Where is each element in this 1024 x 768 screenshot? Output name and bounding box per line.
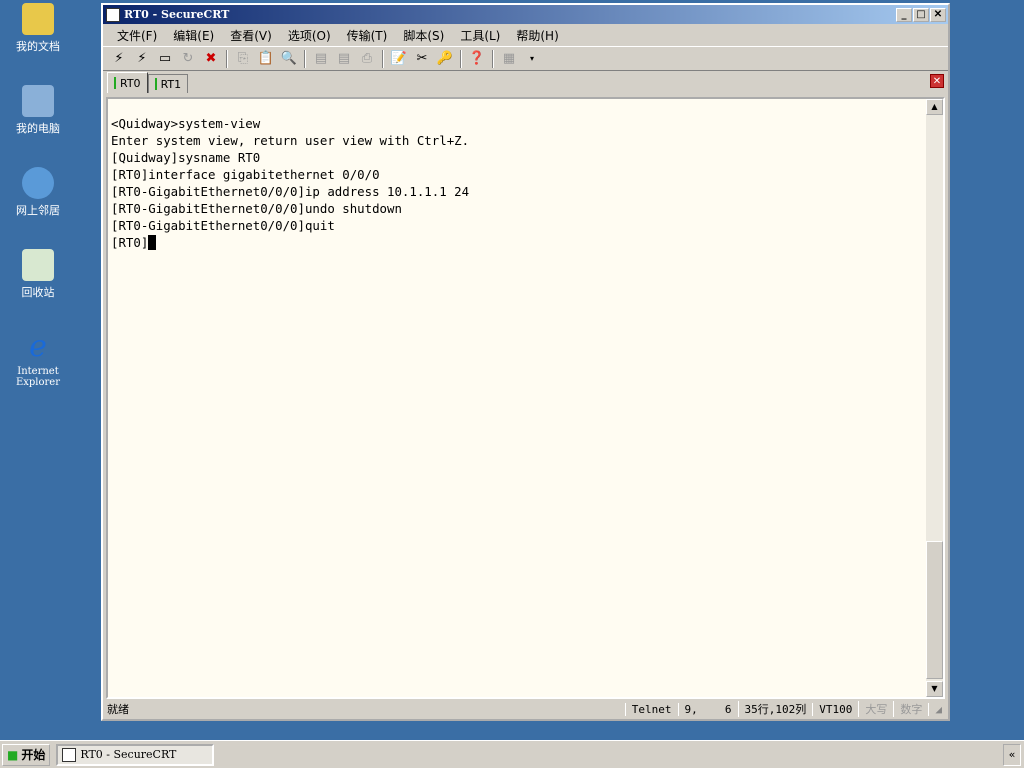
status-num: 数字 [893, 701, 928, 717]
menu-file[interactable]: 文件(F) [109, 27, 165, 44]
terminal-line: <Quidway>system-view [111, 116, 261, 131]
print-screen-icon[interactable]: ▤ [311, 50, 331, 68]
close-button[interactable]: ✕ [930, 7, 946, 22]
network-icon [22, 167, 54, 199]
icon-label: Internet Explorer [15, 366, 61, 388]
title-bar[interactable]: RT0 - SecureCRT _ □ ✕ [103, 5, 948, 24]
connect-tab-icon[interactable]: ▭ [155, 50, 175, 68]
prompt: [RT0] [111, 235, 149, 250]
status-row: 9, [684, 702, 698, 716]
reconnect-icon[interactable]: ↻ [178, 50, 198, 68]
status-size: 35行,102列 [737, 701, 813, 717]
scroll-thumb[interactable] [926, 541, 943, 679]
connected-indicator-icon [114, 77, 116, 89]
menu-view[interactable]: 查看(V) [222, 27, 280, 44]
connected-indicator-icon [154, 78, 157, 90]
toolbar: ⚡ ⚡ ▭ ↻ ✖ ⎘ 📋 🔍 ▤ ▤ ⎙ 📝 ✂ 🔑 ❓ ▦ ▾ [103, 46, 948, 71]
separator [226, 49, 228, 68]
window-title: RT0 - SecureCRT [124, 8, 230, 21]
paste-icon[interactable]: 📋 [256, 50, 276, 68]
securecrt-window: RT0 - SecureCRT _ □ ✕ 文件(F) 编辑(E) 查看(V) … [101, 3, 950, 721]
terminal[interactable]: <Quidway>system-view Enter system view, r… [106, 97, 945, 699]
menu-bar: 文件(F) 编辑(E) 查看(V) 选项(O) 传输(T) 脚本(S) 工具(L… [103, 24, 948, 46]
desktop-icon-my-documents[interactable]: 我的文档 [6, 3, 70, 54]
recycle-bin-icon [22, 249, 54, 281]
start-button[interactable]: ■ 开始 [2, 743, 51, 766]
desktop-icon-recycle-bin[interactable]: 回收站 [6, 249, 70, 300]
scroll-down-button[interactable]: ▼ [926, 681, 943, 697]
help-icon[interactable]: ❓ [467, 50, 487, 68]
menu-script[interactable]: 脚本(S) [395, 27, 452, 44]
desktop-icon-my-computer[interactable]: 我的电脑 [6, 85, 70, 136]
terminal-line: [RT0-GigabitEthernet0/0/0]undo shutdown [111, 201, 402, 216]
print-selection-icon[interactable]: ▤ [334, 50, 354, 68]
computer-icon [22, 85, 54, 117]
resize-grip-icon[interactable]: ◢ [928, 702, 948, 716]
icon-label: 回收站 [21, 286, 55, 299]
key-icon[interactable]: 🔑 [435, 50, 455, 68]
taskbar-item-securecrt[interactable]: RT0 - SecureCRT [56, 743, 215, 766]
tab-rt0[interactable]: RT0 [107, 72, 148, 93]
connect-icon[interactable]: ⚡ [109, 50, 129, 68]
status-bar: 就绪 Telnet 9, 6 35行,102列 VT100 大写 数字 ◢ [103, 699, 948, 719]
terminal-line: Enter system view, return user view with… [111, 133, 470, 148]
ie-icon: e [29, 329, 47, 364]
app-icon [106, 7, 120, 22]
vertical-scrollbar[interactable]: ▲ ▼ [926, 99, 943, 697]
tray-expand-button[interactable]: « [1003, 744, 1021, 766]
terminal-line: [RT0-GigabitEthernet0/0/0]quit [111, 218, 335, 233]
icon-label: 我的文档 [16, 40, 60, 53]
disconnect-icon[interactable]: ✖ [201, 50, 221, 68]
separator [382, 49, 384, 68]
terminal-prompt-line: [RT0] [111, 234, 469, 251]
toolbar-overflow-icon[interactable]: ▾ [522, 50, 542, 68]
keymap-icon[interactable]: ▦ [499, 50, 519, 68]
status-caps: 大写 [858, 701, 893, 717]
sftp-icon[interactable]: ✂ [412, 50, 432, 68]
tab-label: RT0 [120, 76, 141, 90]
menu-help[interactable]: 帮助(H) [508, 27, 566, 44]
maximize-button[interactable]: □ [913, 7, 929, 22]
copy-icon[interactable]: ⎘ [233, 50, 253, 68]
terminal-line: [Quidway]sysname RT0 [111, 150, 261, 165]
windows-logo-icon: ■ [7, 747, 19, 762]
menu-options[interactable]: 选项(O) [280, 27, 339, 44]
minimize-button[interactable]: _ [896, 7, 912, 22]
status-cursor-position: 9, 6 [677, 702, 738, 716]
session-options-icon[interactable]: 📝 [389, 50, 409, 68]
separator [460, 49, 462, 68]
start-label: 开始 [21, 748, 46, 762]
separator [304, 49, 306, 68]
desktop-icon-network[interactable]: 网上邻居 [6, 167, 70, 218]
tab-rt1[interactable]: RT1 [147, 74, 189, 93]
menu-transfer[interactable]: 传输(T) [339, 27, 396, 44]
status-emulation: VT100 [812, 702, 858, 716]
task-label: RT0 - SecureCRT [80, 748, 177, 761]
terminal-output: <Quidway>system-view Enter system view, r… [111, 115, 469, 251]
icon-label: 网上邻居 [16, 204, 60, 217]
quick-connect-icon[interactable]: ⚡ [132, 50, 152, 68]
session-tabs: RT0 RT1 ✕ [103, 71, 948, 93]
status-protocol: Telnet [624, 702, 678, 716]
cursor [148, 235, 157, 250]
menu-edit[interactable]: 编辑(E) [165, 27, 222, 44]
menu-tools[interactable]: 工具(L) [452, 27, 508, 44]
scroll-up-button[interactable]: ▲ [926, 99, 943, 115]
find-icon[interactable]: 🔍 [279, 50, 299, 68]
desktop-icon-ie[interactable]: e Internet Explorer [6, 329, 70, 389]
icon-label: 我的电脑 [16, 122, 60, 135]
status-ready: 就绪 [107, 703, 129, 716]
terminal-line: [RT0-GigabitEthernet0/0/0]ip address 10.… [111, 184, 470, 199]
app-icon [62, 747, 77, 762]
tab-label: RT1 [160, 77, 182, 91]
print-icon[interactable]: ⎙ [357, 50, 377, 68]
folder-icon [22, 3, 54, 35]
close-tab-icon[interactable]: ✕ [930, 74, 944, 88]
terminal-line: [RT0]interface gigabitethernet 0/0/0 [111, 167, 380, 182]
separator [492, 49, 494, 68]
taskbar: ■ 开始 RT0 - SecureCRT « [0, 740, 1024, 768]
status-col: 6 [724, 702, 732, 716]
